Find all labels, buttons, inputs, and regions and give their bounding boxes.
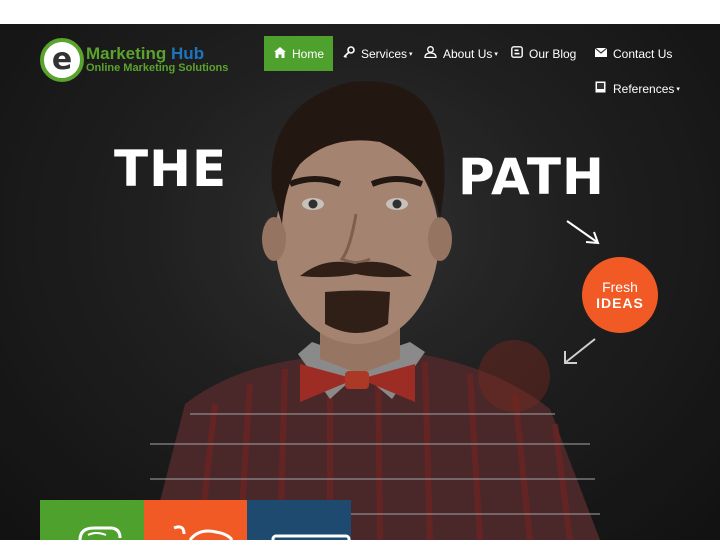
fresh-ideas-badge: Fresh IDEAS: [582, 257, 658, 333]
chevron-down-icon: ▾: [676, 85, 680, 93]
top-strip: [0, 0, 720, 24]
nav-item-label: About Us: [443, 46, 493, 61]
nav-item-our-blog[interactable]: Our Blog: [510, 36, 576, 71]
chevron-down-icon: ▾: [409, 50, 413, 58]
nav-item-home[interactable]: Home: [264, 36, 334, 71]
arrow-down-right-icon: [566, 220, 600, 245]
nav-item-label: Home: [292, 46, 325, 61]
feature-tile-monitor[interactable]: [247, 500, 351, 540]
key-icon: [342, 46, 355, 61]
nav-item-references[interactable]: References ▾: [594, 71, 680, 106]
nav-item-label: References: [613, 81, 675, 96]
envelope-icon: [594, 47, 607, 60]
hero-word-path: PATH: [458, 148, 605, 206]
monitor-icon: [271, 534, 351, 540]
logo-title-part1: Marketing: [86, 44, 167, 64]
nav-item-label: Services: [361, 46, 408, 61]
nav-item-contact-us[interactable]: Contact Us: [594, 36, 672, 71]
arrow-down-left-icon: [564, 338, 596, 364]
hero-word-the: THE: [114, 140, 228, 198]
logo-text: Marketing Hub Online Marketing Solutions: [86, 45, 228, 74]
users-icon: [424, 46, 437, 61]
logo-mark-icon: e: [40, 38, 84, 82]
blogger-icon: [510, 46, 523, 61]
logo-subtitle: Online Marketing Solutions: [86, 62, 229, 75]
faded-circle: [478, 340, 550, 412]
chat-icon: [78, 526, 122, 540]
whale-icon: [173, 525, 234, 540]
badge-line-1: Fresh: [602, 279, 638, 295]
book-icon: [594, 81, 607, 96]
feature-tile-chat[interactable]: [40, 500, 144, 540]
chevron-down-icon: ▾: [494, 50, 498, 58]
nav-item-label: Our Blog: [529, 46, 577, 61]
badge-line-2: IDEAS: [596, 295, 644, 311]
logo-title: Marketing Hub: [86, 45, 228, 63]
feature-tile-whale[interactable]: [144, 500, 248, 540]
nav-item-services[interactable]: Services ▾: [342, 36, 413, 71]
site-logo[interactable]: e Marketing Hub Online Marketing Solutio…: [40, 36, 230, 84]
hero-banner: e Marketing Hub Online Marketing Solutio…: [0, 24, 720, 540]
logo-title-part2: Hub: [171, 44, 205, 64]
main-nav: Home Services ▾ About Us ▾ Our Blog Contac…: [264, 36, 704, 106]
nav-item-about-us[interactable]: About Us ▾: [424, 36, 498, 71]
nav-item-label: Contact Us: [613, 46, 673, 61]
home-icon: [273, 46, 286, 61]
